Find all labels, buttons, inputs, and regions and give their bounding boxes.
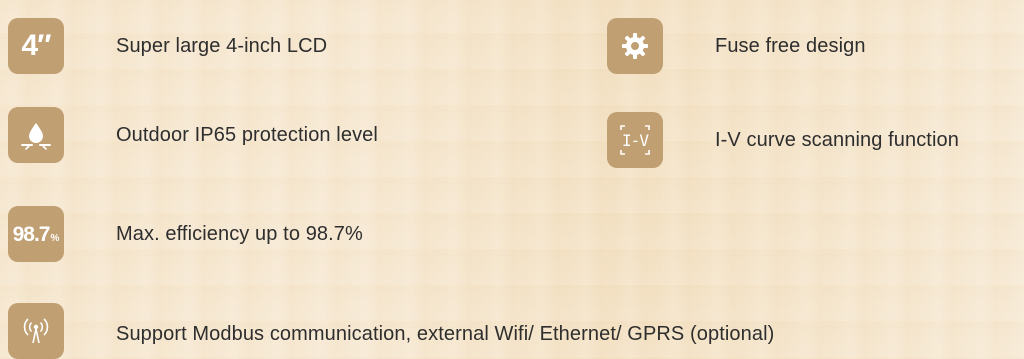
feature-label-lcd: Super large 4-inch LCD [116,34,328,57]
water-drop-icon [8,107,64,163]
feature-iv-curve: I-V I-V curve scanning function [607,112,959,168]
antenna-icon [8,303,64,359]
feature-ip65: Outdoor IP65 protection level [8,107,378,163]
efficiency-icon-text: 98.7 % [13,224,60,245]
efficiency-icon-unit: % [50,232,60,244]
feature-label-ip65: Outdoor IP65 protection level [116,123,378,146]
4-inch-icon-text: 4″ [21,29,51,62]
gear-icon [607,18,663,74]
feature-fuse: Fuse free design [607,18,866,74]
feature-lcd: 4″ Super large 4-inch LCD [8,18,327,74]
feature-communication: Support Modbus communication, external W… [8,303,774,359]
iv-curve-icon-text: I-V [622,130,649,150]
feature-label-fuse: Fuse free design [715,34,866,57]
4-inch-icon: 4″ [8,18,64,74]
feature-label-communication: Support Modbus communication, external W… [116,322,775,345]
iv-curve-icon: I-V [607,112,663,168]
feature-efficiency: 98.7 % Max. efficiency up to 98.7% [8,206,363,262]
feature-label-iv-curve: I-V curve scanning function [715,128,959,151]
efficiency-icon: 98.7 % [8,206,64,262]
feature-label-efficiency: Max. efficiency up to 98.7% [116,222,363,245]
efficiency-icon-value: 98.7 [12,222,51,246]
